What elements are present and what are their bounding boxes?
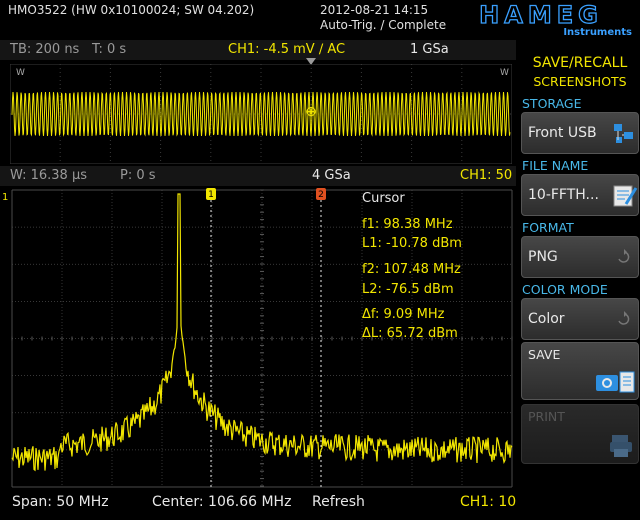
cursor-delta-f-readout: Δf: 9.09 MHz	[362, 307, 445, 322]
ch1-setting-readout[interactable]: CH1: -4.5 mV ∕ AC	[228, 42, 345, 57]
menu-subtitle: SCREENSHOTS	[533, 74, 627, 89]
logo-text: HAMEG	[479, 2, 603, 29]
cursor-l2-readout: L2: -76.5 dBm	[362, 282, 454, 297]
cursor-2-marker: 2	[316, 188, 326, 200]
time-offset-readout[interactable]: T: 0 s	[92, 42, 126, 57]
overview-center-crosshair: ⊕	[305, 104, 317, 120]
file-name-button[interactable]: 10-FFTH...	[521, 174, 639, 216]
rotary-knob-icon	[618, 249, 630, 263]
svg-text:1: 1	[208, 190, 214, 200]
format-value: PNG	[528, 249, 558, 265]
storage-label: STORAGE	[522, 96, 582, 111]
window-readout[interactable]: W: 16.38 µs	[10, 168, 87, 183]
cursor-readout-title: Cursor	[362, 191, 405, 206]
fft-sample-rate-readout: 4 GSa	[312, 168, 351, 183]
usb-storage-icon	[614, 124, 633, 143]
file-name-label: FILE NAME	[522, 158, 589, 173]
trigger-level-marker: 1	[2, 192, 8, 203]
color-mode-button[interactable]: Color	[521, 298, 639, 340]
save-button[interactable]: SAVE	[521, 342, 639, 400]
cursor-f1-readout: f1: 98.38 MHz	[362, 217, 453, 232]
mode-readout[interactable]: Refresh	[312, 494, 365, 510]
center-readout[interactable]: Center: 106.66 MHz	[152, 494, 291, 510]
print-button[interactable]: PRINT	[521, 404, 639, 464]
svg-text:2: 2	[318, 190, 324, 200]
format-button[interactable]: PNG	[521, 236, 639, 278]
cursor-delta-l-readout: ΔL: 65.72 dBm	[362, 326, 458, 341]
menu-title: SAVE/RECALL	[532, 55, 628, 71]
cursor-1-marker: 1	[206, 188, 216, 200]
overview-waveform-panel: W W ⊕	[10, 64, 512, 164]
file-name-value: 10-FFTH...	[528, 187, 599, 203]
format-label: FORMAT	[522, 220, 574, 235]
printer-icon	[610, 435, 632, 457]
save-label: SAVE	[528, 347, 561, 362]
hameg-logo: HAMEG Instruments	[448, 2, 634, 36]
sample-rate-readout: 1 GSa	[410, 42, 449, 57]
rotary-knob-icon	[618, 311, 630, 325]
window-left-marker: W	[16, 68, 25, 78]
storage-button[interactable]: Front USB	[521, 112, 639, 154]
timebase-readout[interactable]: TB: 200 ns	[10, 42, 79, 57]
cursor-l1-readout: L1: -10.78 dBm	[362, 236, 462, 251]
position-readout[interactable]: P: 0 s	[120, 168, 156, 183]
trigger-status: Auto-Trig. / Complete	[320, 18, 447, 32]
cursor-f2-readout: f2: 107.48 MHz	[362, 262, 461, 277]
span-readout[interactable]: Span: 50 MHz	[12, 494, 109, 510]
color-mode-value: Color	[528, 311, 565, 327]
window-right-marker: W	[500, 68, 509, 78]
model-info: HMO3522 (HW 0x10100024; SW 04.202)	[8, 3, 255, 17]
print-label: PRINT	[528, 409, 565, 424]
datetime: 2012-08-21 14:15	[320, 3, 429, 17]
edit-file-icon	[613, 185, 638, 207]
storage-value: Front USB	[528, 125, 597, 141]
color-mode-label: COLOR MODE	[522, 282, 608, 297]
camera-save-icon	[596, 371, 635, 393]
logo-subtext: Instruments	[563, 27, 632, 36]
